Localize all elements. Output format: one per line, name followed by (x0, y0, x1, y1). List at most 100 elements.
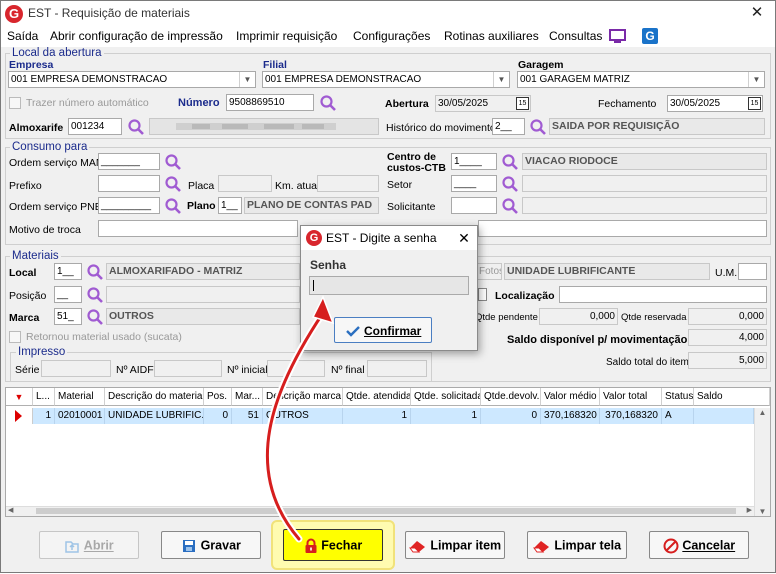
close-icon[interactable]: ✕ (741, 2, 773, 24)
retornou-sucata-label: Retornou material usado (sucata) (26, 331, 182, 343)
scroll-down-icon[interactable]: ▼ (755, 507, 770, 516)
fechar-button[interactable]: Fechar (283, 529, 383, 561)
search-icon[interactable] (127, 118, 145, 136)
grid-cell[interactable]: 1 (343, 408, 411, 424)
grid-cell[interactable] (694, 408, 754, 424)
grid-header[interactable]: L... (33, 388, 55, 406)
grid-cell[interactable]: 1 (411, 408, 481, 424)
posicao-input[interactable]: __ (54, 286, 82, 303)
scroll-right-icon[interactable]: ▶ (747, 506, 752, 514)
grid-cell[interactable]: 0 (481, 408, 541, 424)
grid-header[interactable]: Valor total (600, 388, 662, 406)
gravar-button[interactable]: Gravar (161, 531, 261, 559)
search-icon[interactable] (86, 286, 104, 304)
menu-consultas[interactable]: Consultas (549, 29, 602, 43)
monitor-icon[interactable] (609, 29, 627, 45)
empresa-combo[interactable]: 001 EMPRESA DEMONSTRACAO ▼ (8, 71, 256, 88)
garagem-combo[interactable]: 001 GARAGEM MATRIZ ▼ (517, 71, 765, 88)
local-code-input[interactable]: 1__ (54, 263, 82, 280)
grid-header[interactable]: Valor médio (541, 388, 600, 406)
close-icon[interactable]: ✕ (453, 228, 475, 248)
setor-code-input[interactable]: ____ (451, 175, 497, 192)
grid-cell[interactable]: 51 (232, 408, 263, 424)
grid-header[interactable]: Qtde. solicitada (411, 388, 481, 406)
grid-header[interactable]: Pos. (204, 388, 232, 406)
scroll-thumb[interactable] (36, 508, 736, 514)
localizacao-field[interactable] (559, 286, 767, 303)
calendar-icon[interactable]: 15 (516, 97, 529, 110)
search-icon[interactable] (164, 197, 182, 215)
grid-sort-header[interactable]: ▼ (6, 388, 33, 406)
search-icon[interactable] (529, 118, 547, 136)
search-icon[interactable] (501, 197, 519, 215)
limpar-item-button[interactable]: Limpar item (405, 531, 505, 559)
marca-code-input[interactable]: 51_ (54, 308, 82, 325)
solicitante-code-input[interactable] (451, 197, 497, 214)
os-man-input[interactable]: _______ (98, 153, 160, 170)
grid-header[interactable]: Saldo (694, 388, 770, 406)
confirmar-button[interactable]: Confirmar (334, 317, 432, 343)
scroll-left-icon[interactable]: ◀ (8, 506, 13, 514)
grid-cell[interactable]: 370,168320 (541, 408, 600, 424)
menu-saida[interactable]: Saída (7, 29, 38, 43)
grid-cell[interactable]: A (662, 408, 694, 424)
grid-header[interactable]: Mar... (232, 388, 263, 406)
grid-header[interactable]: Material (55, 388, 105, 406)
search-icon[interactable] (164, 153, 182, 171)
motivo-input-ext[interactable] (478, 220, 767, 237)
row-indicator[interactable] (6, 408, 33, 424)
items-grid[interactable]: ▼ L... Material Descrição do material Po… (5, 387, 771, 517)
filial-combo[interactable]: 001 EMPRESA DEMONSTRACAO ▼ (262, 71, 510, 88)
setor-desc-field (522, 175, 767, 192)
search-icon[interactable] (501, 153, 519, 171)
grid-header[interactable]: Qtde. atendida (343, 388, 411, 406)
menu-imprimir-requisicao[interactable]: Imprimir requisição (236, 29, 337, 43)
scroll-up-icon[interactable]: ▲ (755, 408, 770, 417)
chevron-down-icon[interactable]: ▼ (748, 72, 764, 87)
search-icon[interactable] (501, 175, 519, 193)
grid-header[interactable]: Qtde.devolv. (481, 388, 541, 406)
numero-input[interactable]: 9508869510 (226, 94, 314, 111)
material-flag-box[interactable] (478, 288, 487, 301)
search-icon[interactable] (319, 94, 337, 112)
grid-header[interactable]: Descrição do material (105, 388, 204, 406)
plano-code-input[interactable]: 1__ (218, 197, 242, 214)
senha-input[interactable] (309, 276, 469, 295)
centro-code-input[interactable]: 1____ (451, 153, 497, 170)
grid-horizontal-scrollbar[interactable]: ◀ ▶ (6, 506, 754, 516)
cancelar-button[interactable]: Cancelar (649, 531, 749, 559)
trazer-numero-checkbox[interactable] (9, 97, 21, 109)
calendar-icon[interactable]: 15 (748, 97, 761, 110)
grid-cell[interactable]: 02010001 (55, 408, 105, 424)
prefixo-input[interactable] (98, 175, 160, 192)
app-g-icon[interactable]: G (642, 28, 658, 44)
historico-code-input[interactable]: 2__ (492, 118, 525, 135)
abrir-button[interactable]: Abrir (39, 531, 139, 559)
grid-vertical-scrollbar[interactable]: ▲ ▼ (754, 408, 770, 516)
grid-cell[interactable]: 370,168320 (600, 408, 662, 424)
grid-cell[interactable]: 1 (33, 408, 55, 424)
menu-rotinas-auxiliares[interactable]: Rotinas auxiliares (444, 29, 539, 43)
almoxarife-input[interactable]: 001234 (68, 118, 122, 135)
fotos-button[interactable]: Fotos (476, 263, 502, 280)
grid-cell[interactable]: 0 (204, 408, 232, 424)
chevron-down-icon[interactable]: ▼ (493, 72, 509, 87)
fechamento-date[interactable]: 30/05/2025 15 (667, 95, 763, 112)
search-icon[interactable] (164, 175, 182, 193)
menu-configuracoes[interactable]: Configurações (353, 29, 430, 43)
motivo-input[interactable] (98, 220, 298, 237)
search-icon[interactable] (86, 308, 104, 326)
grid-header[interactable]: Status (662, 388, 694, 406)
grid-header[interactable]: Descrição marca (263, 388, 343, 406)
limpar-tela-button[interactable]: Limpar tela (527, 531, 627, 559)
retornou-sucata-checkbox[interactable] (9, 331, 21, 343)
abertura-date[interactable]: 30/05/2025 15 (435, 95, 531, 112)
save-disk-icon (183, 539, 196, 552)
placa-label: Placa (188, 180, 215, 192)
grid-cell[interactable]: UNIDADE LUBRIFIC... (105, 408, 204, 424)
os-pne-input[interactable]: _________ (98, 197, 160, 214)
search-icon[interactable] (86, 263, 104, 281)
menu-abrir-config-impressao[interactable]: Abrir configuração de impressão (50, 29, 223, 43)
chevron-down-icon[interactable]: ▼ (239, 72, 255, 87)
grid-cell[interactable]: OUTROS (263, 408, 343, 424)
